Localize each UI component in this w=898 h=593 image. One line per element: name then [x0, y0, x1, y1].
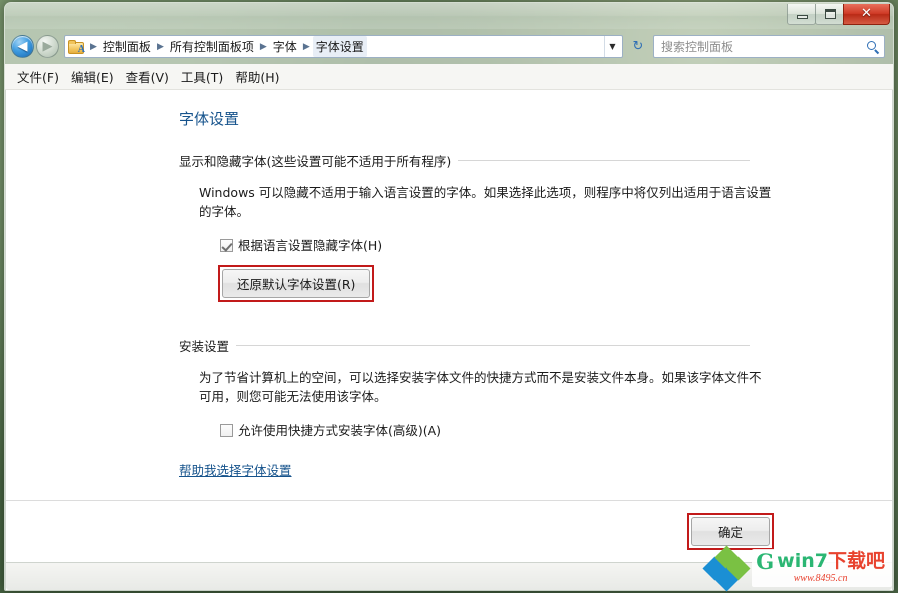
breadcrumb-bar[interactable]: A ▶ 控制面板 ▶ 所有控制面板项 ▶ 字体 ▶ 字体设置 ▼ — [64, 35, 623, 58]
section1-description: Windows 可以隐藏不适用于输入语言设置的字体。如果选择此选项，则程序中将仅… — [199, 185, 772, 219]
breadcrumb-item-all-items[interactable]: 所有控制面板项 — [167, 36, 257, 57]
watermark-logo-icon — [702, 545, 751, 592]
back-arrow-icon: ◀ — [17, 39, 28, 54]
watermark-title: win7下载吧 — [777, 551, 885, 572]
fonts-folder-icon: A — [68, 39, 85, 55]
section-header-display-hide: 显示和隐藏字体(这些设置可能不适用于所有程序) — [179, 151, 870, 170]
search-input[interactable] — [661, 39, 866, 54]
refresh-icon: ↻ — [632, 39, 644, 54]
chevron-down-icon: ▼ — [609, 42, 616, 51]
breadcrumb-separator-icon: ▶ — [156, 41, 164, 52]
menu-item-view[interactable]: 查看(V) — [126, 64, 181, 89]
section2-description: 为了节省计算机上的空间，可以选择安装字体文件的快捷方式而不是安装文件本身。如果该… — [199, 370, 762, 404]
menu-item-file[interactable]: 文件(F) — [17, 64, 71, 89]
allow-shortcut-install-checkbox-label: 允许使用快捷方式安装字体(高级)(A) — [238, 423, 442, 438]
watermark-url: www.8495.cn — [793, 573, 848, 584]
window-titlebar[interactable]: ✕ — [5, 3, 893, 29]
breadcrumb-separator-icon: ▶ — [90, 41, 97, 52]
menu-item-help[interactable]: 帮助(H) — [235, 64, 291, 89]
ok-button-annotation: 确定 — [686, 513, 774, 550]
folder-letter: A — [77, 44, 85, 55]
allow-shortcut-install-checkbox-row[interactable]: 允许使用快捷方式安装字体(高级)(A) — [220, 423, 870, 438]
breadcrumb: A ▶ 控制面板 ▶ 所有控制面板项 ▶ 字体 ▶ 字体设置 — [68, 36, 604, 57]
forward-arrow-icon: ▶ — [42, 39, 53, 54]
minimize-button[interactable] — [787, 4, 816, 25]
page-title: 字体设置 — [179, 110, 240, 128]
restore-button-container: 还原默认字体设置(R) — [218, 265, 870, 302]
watermark-text: G win7下载吧 www.8495.cn — [752, 549, 892, 587]
client-area: 字体设置 显示和隐藏字体(这些设置可能不适用于所有程序) Windows 可以隐… — [5, 90, 893, 590]
hide-fonts-checkbox[interactable] — [220, 239, 233, 252]
watermark-title-main: win7 — [777, 550, 828, 572]
breadcrumb-item-fonts[interactable]: 字体 — [270, 36, 300, 57]
maximize-button[interactable] — [815, 4, 844, 25]
minimize-icon — [797, 15, 808, 19]
breadcrumb-separator-icon: ▶ — [259, 41, 267, 52]
breadcrumb-item-font-settings[interactable]: 字体设置 — [312, 36, 367, 57]
menu-item-tools[interactable]: 工具(T) — [181, 64, 235, 89]
breadcrumb-item-control-panel[interactable]: 控制面板 — [100, 36, 154, 57]
section-header-install: 安装设置 — [179, 336, 870, 355]
section-divider — [236, 345, 750, 346]
menu-item-edit[interactable]: 编辑(E) — [71, 64, 126, 89]
settings-content: 字体设置 显示和隐藏字体(这些设置可能不适用于所有程序) Windows 可以隐… — [6, 90, 892, 500]
hide-fonts-checkbox-row[interactable]: 根据语言设置隐藏字体(H) — [220, 238, 870, 253]
watermark-logo-letter: G — [756, 549, 775, 574]
search-icon — [866, 40, 880, 54]
forward-button[interactable]: ▶ — [36, 35, 59, 58]
refresh-button[interactable]: ↻ — [628, 36, 648, 57]
search-box[interactable] — [653, 35, 885, 58]
help-choose-font-settings-link[interactable]: 帮助我选择字体设置 — [179, 460, 292, 479]
breadcrumb-separator-icon: ▶ — [302, 41, 310, 52]
back-button[interactable]: ◀ — [11, 35, 34, 58]
address-dropdown-button[interactable]: ▼ — [604, 36, 620, 57]
section-divider — [458, 160, 750, 161]
menu-bar: 文件(F) 编辑(E) 查看(V) 工具(T) 帮助(H) — [5, 64, 893, 90]
restore-button-annotation: 还原默认字体设置(R) — [218, 265, 375, 302]
section-label: 安装设置 — [179, 339, 230, 354]
window-controls: ✕ — [787, 4, 890, 25]
desktop-background: ✕ ◀ ▶ A ▶ 控制面板 ▶ 所有控制面板项 ▶ 字体 ▶ 字体设置 ▼ ↻… — [0, 0, 898, 593]
allow-shortcut-install-checkbox[interactable] — [220, 424, 233, 437]
section-label: 显示和隐藏字体(这些设置可能不适用于所有程序) — [179, 154, 452, 169]
watermark-title-row: G win7下载吧 — [756, 549, 885, 574]
address-bar: ◀ ▶ A ▶ 控制面板 ▶ 所有控制面板项 ▶ 字体 ▶ 字体设置 ▼ ↻ 搜… — [5, 29, 893, 64]
restore-default-font-settings-button[interactable]: 还原默认字体设置(R) — [222, 269, 371, 298]
navigation-arrows: ◀ ▶ — [11, 35, 59, 58]
ok-button[interactable]: 确定 — [690, 517, 770, 546]
watermark-title-cn: 下载吧 — [827, 550, 885, 572]
close-icon: ✕ — [861, 6, 872, 21]
hide-fonts-checkbox-label: 根据语言设置隐藏字体(H) — [238, 238, 383, 253]
control-panel-window: ✕ ◀ ▶ A ▶ 控制面板 ▶ 所有控制面板项 ▶ 字体 ▶ 字体设置 ▼ ↻… — [4, 2, 894, 591]
maximize-icon — [825, 9, 836, 19]
site-watermark: G win7下载吧 www.8495.cn — [702, 545, 892, 592]
close-button[interactable]: ✕ — [843, 4, 890, 25]
